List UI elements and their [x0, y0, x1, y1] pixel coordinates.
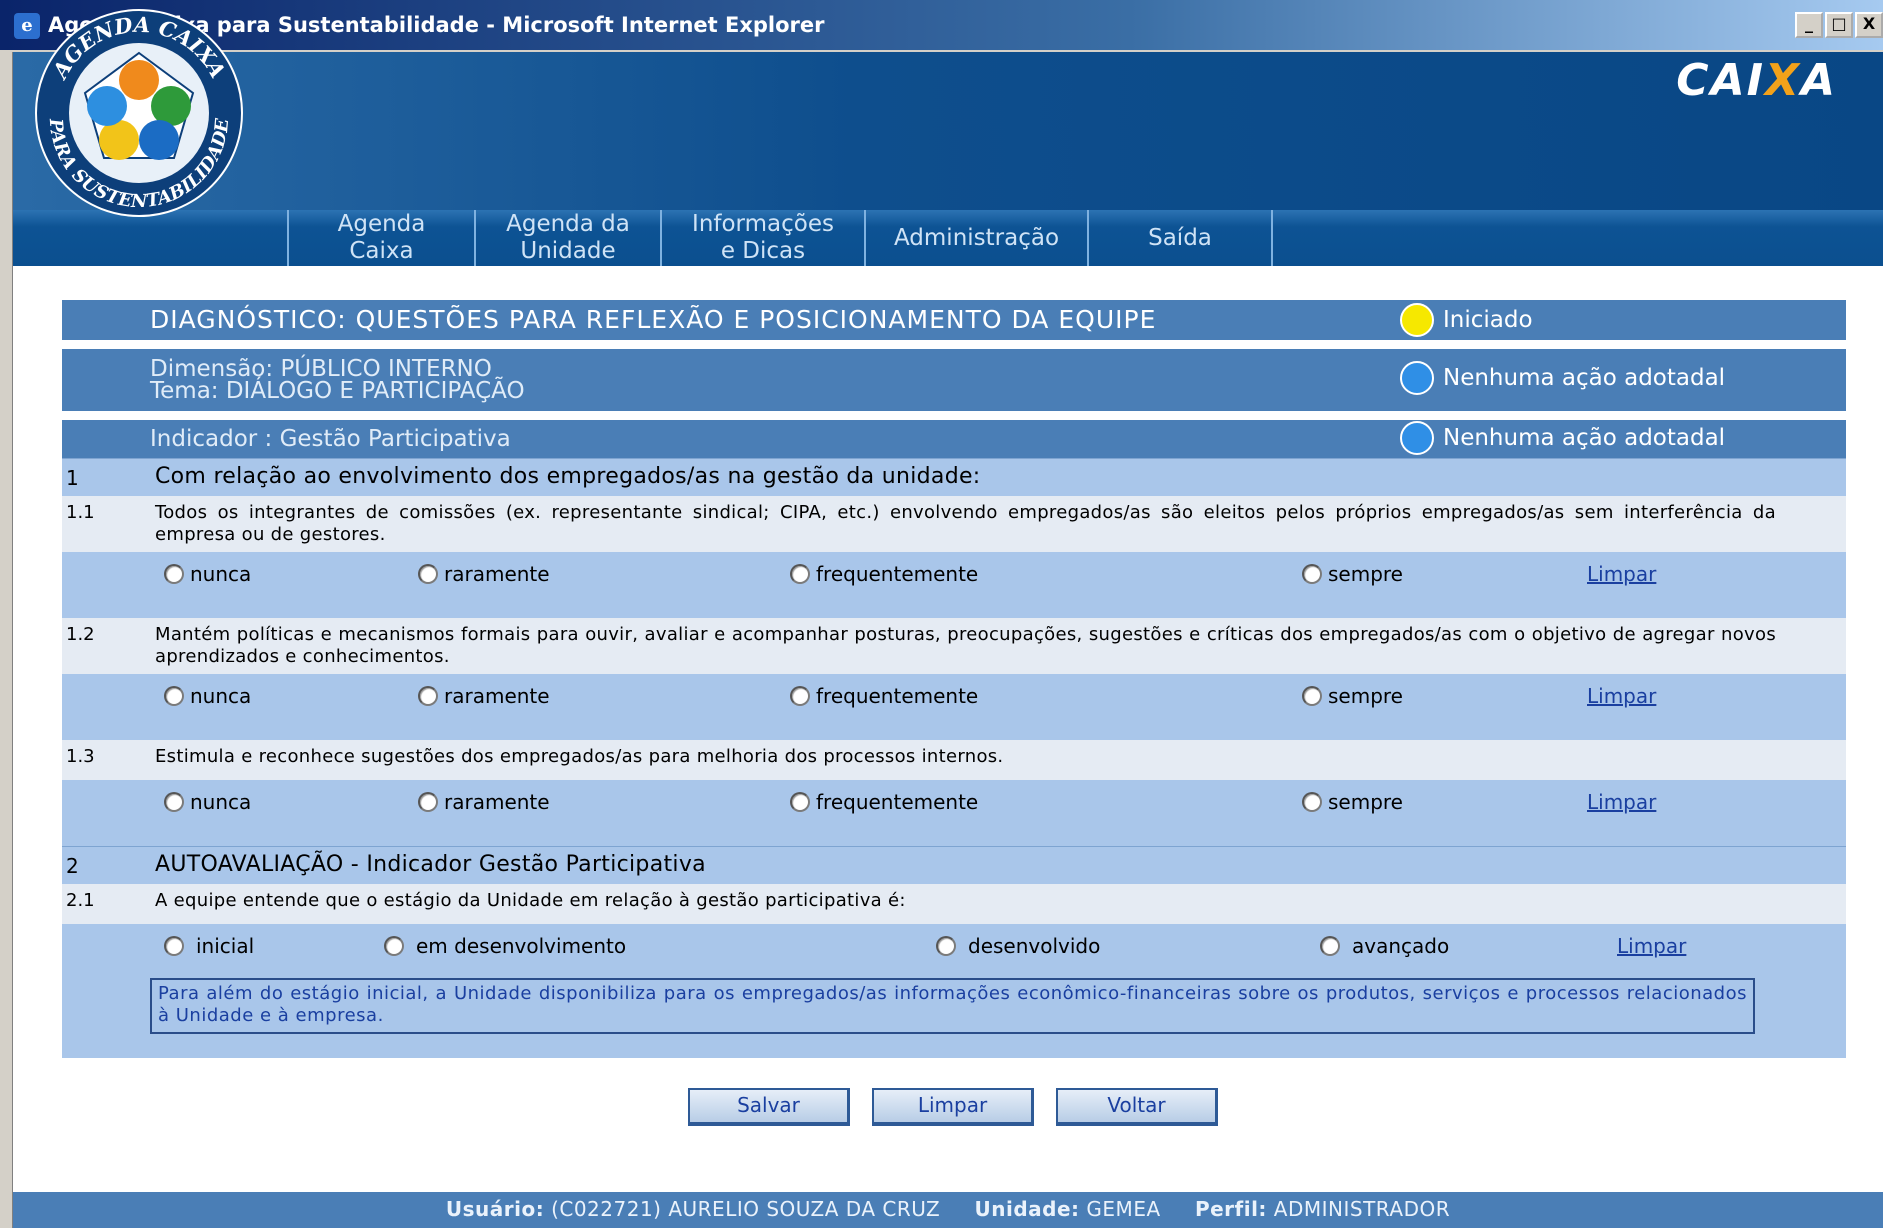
radio-frequentemente[interactable]: frequentemente [790, 790, 978, 814]
question-text: Todos os integrantes de comissões (ex. r… [155, 502, 1776, 545]
question-row: 1.1 Todos os integrantes de comissões (e… [62, 496, 1846, 552]
save-button[interactable]: Salvar [688, 1088, 850, 1126]
maximize-button[interactable]: □ [1825, 12, 1853, 38]
nav-administracao[interactable]: Administração [864, 210, 1087, 266]
options-row: inicial em desenvolvimento desenvolvido … [62, 924, 1846, 1058]
radio-raramente[interactable]: raramente [418, 684, 550, 708]
profile-value: ADMINISTRADOR [1273, 1197, 1451, 1221]
user-label: Usuário: [445, 1197, 545, 1221]
radio-em-desenvolvimento[interactable]: em desenvolvimento [384, 934, 626, 958]
radio-icon[interactable] [164, 564, 184, 584]
diagnostic-form: DIAGNÓSTICO: QUESTÕES PARA REFLEXÃO E PO… [62, 300, 1846, 1058]
minimize-button[interactable]: _ [1795, 12, 1823, 38]
window-left-border [0, 52, 13, 1228]
section-row: 2 AUTOAVALIAÇÃO - Indicador Gestão Parti… [62, 846, 1846, 884]
radio-nunca[interactable]: nunca [164, 562, 251, 586]
question-number: 1.3 [66, 746, 95, 767]
radio-frequentemente[interactable]: frequentemente [790, 684, 978, 708]
radio-icon[interactable] [164, 686, 184, 706]
radio-icon[interactable] [418, 792, 438, 812]
unit-label: Unidade: [974, 1197, 1080, 1221]
status-footer: Usuário: (C022721) AURELIO SOUZA DA CRUZ… [13, 1192, 1883, 1228]
main-nav: Agenda Caixa Agenda da Unidade Informações… [287, 210, 1273, 266]
radio-icon[interactable] [164, 792, 184, 812]
radio-nunca[interactable]: nunca [164, 790, 251, 814]
question-number: 1.2 [66, 624, 95, 645]
stage-description: Para além do estágio inicial, a Unidade … [150, 978, 1755, 1034]
question-row: 2.1 A equipe entende que o estágio da Un… [62, 884, 1846, 924]
section-row: 1 Com relação ao envolvimento dos empreg… [62, 458, 1846, 496]
status-yellow-icon [1400, 303, 1434, 337]
clear-link[interactable]: Limpar [1587, 684, 1656, 708]
radio-icon[interactable] [1302, 686, 1322, 706]
user-value: (C022721) AURELIO SOUZA DA CRUZ [551, 1197, 941, 1221]
radio-icon[interactable] [1302, 792, 1322, 812]
radio-sempre[interactable]: sempre [1302, 562, 1403, 586]
back-button[interactable]: Voltar [1056, 1088, 1218, 1126]
nav-informacoes-dicas[interactable]: Informações e Dicas [660, 210, 864, 266]
question-number: 1.1 [66, 502, 95, 523]
caixa-brand-logo: CAIXA [1676, 55, 1837, 106]
question-text: Mantém políticas e mecanismos formais pa… [155, 624, 1776, 667]
radio-nunca[interactable]: nunca [164, 684, 251, 708]
radio-icon[interactable] [936, 936, 956, 956]
question-row: 1.3 Estimula e reconhece sugestões dos e… [62, 740, 1846, 780]
radio-icon[interactable] [790, 564, 810, 584]
clear-button[interactable]: Limpar [872, 1088, 1034, 1126]
agenda-caixa-logo: AGENDA CAIXA PARA SUSTENTABILIDADE [35, 9, 243, 217]
question-text: Estimula e reconhece sugestões dos empre… [155, 746, 1004, 767]
title-status: Iniciado [1400, 303, 1533, 337]
clear-link[interactable]: Limpar [1617, 934, 1686, 958]
options-row: nunca raramente frequentemente sempre Li… [62, 780, 1846, 846]
question-number: 2.1 [66, 890, 95, 911]
theme-label: Tema: DIÁLOGO E PARTICIPAÇÃO [150, 378, 525, 404]
radio-sempre[interactable]: sempre [1302, 790, 1403, 814]
radio-sempre[interactable]: sempre [1302, 684, 1403, 708]
radio-frequentemente[interactable]: frequentemente [790, 562, 978, 586]
radio-icon[interactable] [1320, 936, 1340, 956]
dimension-bar: Dimensão: PÚBLICO INTERNO Tema: DIÁLOGO … [62, 349, 1846, 411]
radio-icon[interactable] [164, 936, 184, 956]
radio-desenvolvido[interactable]: desenvolvido [936, 934, 1100, 958]
diagnostic-title-bar: DIAGNÓSTICO: QUESTÕES PARA REFLEXÃO E PO… [62, 300, 1846, 340]
window-titlebar: e Agenda Caixa para Sustentabilidade - M… [0, 0, 1883, 52]
radio-raramente[interactable]: raramente [418, 562, 550, 586]
profile-label: Perfil: [1194, 1197, 1267, 1221]
clear-link[interactable]: Limpar [1587, 562, 1656, 586]
close-button[interactable]: X [1855, 12, 1883, 38]
window-controls: _ □ X [1793, 12, 1883, 38]
section-title: AUTOAVALIAÇÃO - Indicador Gestão Partici… [155, 852, 706, 877]
indicator-bar: Indicador : Gestão Participativa Nenhuma… [62, 420, 1846, 458]
radio-icon[interactable] [790, 792, 810, 812]
radio-icon[interactable] [418, 686, 438, 706]
question-row: 1.2 Mantém políticas e mecanismos formai… [62, 618, 1846, 674]
indicator-label: Indicador : Gestão Participativa [150, 426, 511, 452]
radio-avancado[interactable]: avançado [1320, 934, 1449, 958]
indicator-status: Nenhuma ação adotadal [1400, 421, 1725, 455]
section-number: 1 [66, 466, 79, 490]
section-number: 2 [66, 854, 79, 878]
options-row: nunca raramente frequentemente sempre Li… [62, 552, 1846, 618]
nav-agenda-unidade[interactable]: Agenda da Unidade [474, 210, 660, 266]
radio-icon[interactable] [384, 936, 404, 956]
status-blue-icon [1400, 361, 1434, 395]
clear-link[interactable]: Limpar [1587, 790, 1656, 814]
nav-saida[interactable]: Saída [1087, 210, 1273, 266]
section-title: Com relação ao envolvimento dos empregad… [155, 464, 981, 489]
page-title: DIAGNÓSTICO: QUESTÕES PARA REFLEXÃO E PO… [150, 305, 1157, 334]
nav-agenda-caixa[interactable]: Agenda Caixa [287, 210, 474, 266]
status-blue-icon [1400, 421, 1434, 455]
radio-raramente[interactable]: raramente [418, 790, 550, 814]
options-row: nunca raramente frequentemente sempre Li… [62, 674, 1846, 740]
radio-icon[interactable] [1302, 564, 1322, 584]
banner-top [13, 52, 1883, 210]
unit-value: GEMEA [1086, 1197, 1161, 1221]
question-text: A equipe entende que o estágio da Unidad… [155, 890, 906, 911]
radio-inicial[interactable]: inicial [164, 934, 254, 958]
radio-icon[interactable] [418, 564, 438, 584]
dimension-status: Nenhuma ação adotadal [1400, 361, 1725, 395]
radio-icon[interactable] [790, 686, 810, 706]
